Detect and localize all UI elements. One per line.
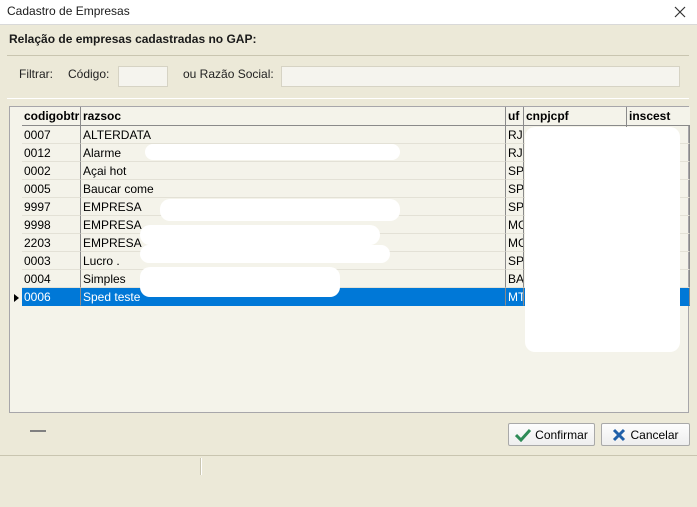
redaction-patch — [140, 225, 380, 245]
status-bar — [0, 455, 697, 477]
status-separator — [200, 458, 202, 475]
redaction-patch — [140, 267, 340, 297]
cell-uf: BA — [506, 270, 524, 288]
filter-label: Filtrar: — [19, 67, 53, 81]
redaction-patch — [160, 199, 400, 221]
cell-uf: RJ — [506, 144, 524, 162]
cell-uf: SP — [506, 162, 524, 180]
cell-uf: SP — [506, 198, 524, 216]
cell-codigo: 0002 — [22, 162, 81, 180]
redaction-patch — [140, 245, 390, 263]
confirmar-button[interactable]: Confirmar — [508, 423, 595, 446]
filter-panel: Filtrar: Código: ou Razão Social: — [7, 55, 689, 99]
column-header-cnpjcpf[interactable]: cnpjcpf — [524, 107, 627, 126]
confirmar-label: Confirmar — [535, 427, 588, 442]
cell-uf: SP — [506, 180, 524, 198]
column-header-codigobtr[interactable]: codigobtr — [22, 107, 81, 126]
cell-codigo: 0007 — [22, 126, 81, 144]
redaction-patch — [525, 127, 680, 352]
row-indicator-column — [10, 107, 22, 507]
cell-codigo: 0003 — [22, 252, 81, 270]
cell-codigo: 0005 — [22, 180, 81, 198]
title-bar: Cadastro de Empresas — [0, 0, 697, 25]
cell-codigo: 2203 — [22, 234, 81, 252]
cell-razsoc: Açai hot — [81, 162, 506, 180]
horizontal-scroll-thumb[interactable] — [30, 430, 46, 432]
column-header-uf[interactable]: uf — [506, 107, 524, 126]
column-header-razsoc[interactable]: razsoc — [81, 107, 506, 126]
cancelar-button[interactable]: Cancelar — [601, 423, 690, 446]
cell-uf: RJ — [506, 126, 524, 144]
cell-razsoc: Baucar come — [81, 180, 506, 198]
column-header-inscest[interactable]: inscest — [627, 107, 690, 126]
close-button[interactable] — [663, 0, 697, 24]
close-icon — [674, 6, 686, 18]
checkmark-icon — [515, 428, 532, 442]
current-row-arrow-icon — [14, 294, 19, 302]
cell-codigo: 9998 — [22, 216, 81, 234]
page-heading: Relação de empresas cadastradas no GAP: — [9, 32, 257, 46]
codigo-input[interactable] — [118, 66, 168, 87]
codigo-label: Código: — [68, 67, 110, 81]
cell-uf: MG — [506, 216, 524, 234]
cell-razsoc: ALTERDATA — [81, 126, 506, 144]
window-title: Cadastro de Empresas — [7, 4, 130, 18]
cell-uf: MG — [506, 234, 524, 252]
razao-social-input[interactable] — [281, 66, 680, 87]
redaction-patch — [145, 144, 400, 160]
dialog-body: Relação de empresas cadastradas no GAP: … — [0, 25, 697, 476]
cell-uf: MT — [506, 288, 524, 306]
cell-codigo: 0004 — [22, 270, 81, 288]
razao-social-label: ou Razão Social: — [183, 67, 274, 81]
companies-grid[interactable]: codigobtr razsoc uf cnpjcpf inscest 0007… — [9, 106, 690, 432]
cell-uf: SP — [506, 252, 524, 270]
cell-codigo: 9997 — [22, 198, 81, 216]
cell-codigo: 0006 — [22, 288, 81, 306]
cancelar-label: Cancelar — [630, 427, 679, 442]
cancel-x-icon — [613, 428, 626, 441]
cell-codigo: 0012 — [22, 144, 81, 162]
